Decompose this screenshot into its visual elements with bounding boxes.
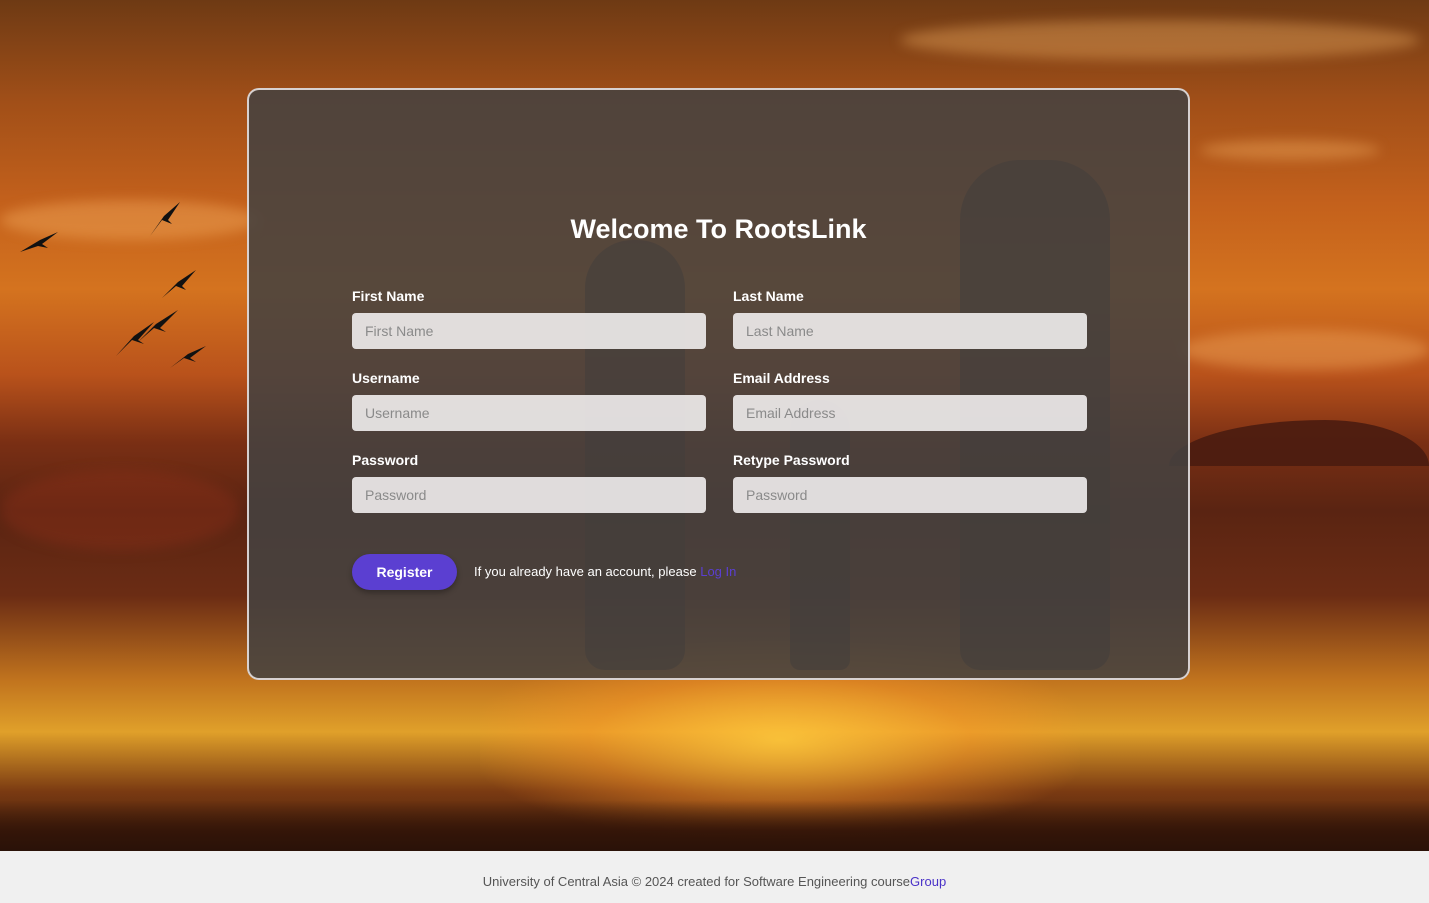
- email-input[interactable]: [733, 395, 1087, 431]
- footer: University of Central Asia © 2024 create…: [0, 851, 1429, 903]
- last-name-label: Last Name: [733, 288, 804, 304]
- page-title: Welcome To RootsLink: [570, 214, 867, 244]
- login-link[interactable]: Log In: [700, 564, 736, 579]
- first-name-group: First Name: [352, 288, 706, 349]
- login-prompt-text: If you already have an account, please: [474, 564, 701, 579]
- password-label: Password: [352, 452, 419, 468]
- password-input[interactable]: [352, 477, 706, 513]
- username-label: Username: [352, 370, 420, 386]
- last-name-input[interactable]: [733, 313, 1087, 349]
- password-group: Password: [352, 452, 706, 513]
- birds-icon: [20, 202, 206, 368]
- footer-text: University of Central Asia © 2024 create…: [482, 874, 911, 889]
- email-label: Email Address: [733, 370, 830, 386]
- first-name-input[interactable]: [352, 313, 706, 349]
- footer-group-link[interactable]: Group: [910, 874, 946, 889]
- first-name-label: First Name: [352, 288, 425, 304]
- retype-password-group: Retype Password: [733, 452, 1087, 513]
- username-group: Username: [352, 370, 706, 431]
- email-group: Email Address: [733, 370, 1087, 431]
- register-button[interactable]: Register: [352, 554, 457, 590]
- retype-password-label: Retype Password: [733, 452, 850, 468]
- username-input[interactable]: [352, 395, 706, 431]
- register-card: Welcome To RootsLink First Name Last Nam…: [247, 88, 1190, 680]
- last-name-group: Last Name: [733, 288, 1087, 349]
- retype-password-input[interactable]: [733, 477, 1087, 513]
- login-prompt: If you already have an account, please L…: [474, 564, 736, 579]
